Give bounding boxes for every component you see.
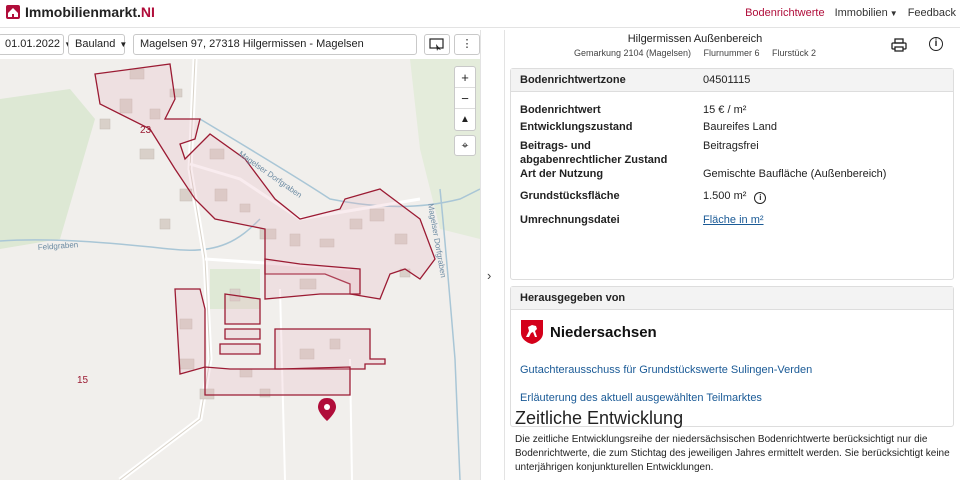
map-canvas[interactable]: 23 15 Magelser Dorfgraben Magelser Dorfg… [0,59,480,480]
row-label: Bodenrichtwert [520,104,601,116]
row-value: Fläche in m² [703,213,764,227]
gemarkung: Gemarkung 2104 (Magelsen) [573,48,691,58]
date-select[interactable]: 01.01.2022▼ [0,34,72,55]
locate-button[interactable]: ⌖ [454,135,476,156]
top-navbar: Immobilienmarkt.NI Bodenrichtwerte Immob… [0,0,960,28]
info-icon[interactable]: i [754,192,767,204]
niedersachsen-horse-icon [521,320,543,344]
logo-tld: NI [140,4,155,20]
row-label: Entwicklungszustand [520,121,633,133]
nav-immobilien-label: Immobilien [834,7,888,19]
type-select[interactable]: Bauland ▼ [68,34,128,55]
info-icon[interactable]: i [929,37,943,51]
parcel-title: Hilgermissen Außenbereich [627,33,763,45]
compass-icon: ▲ [460,114,470,125]
address-search-input[interactable]: Magelsen 97, 27318 Hilgermissen - Magels… [133,34,417,55]
history-title: Zeitliche Entwicklung [515,408,684,428]
zone-value: 04501115 [703,74,751,86]
main-nav: Bodenrichtwerte Immobilien ▼ Feedback [745,7,956,19]
more-options-button[interactable]: ⋮ [454,34,480,55]
nav-immobilien[interactable]: Immobilien ▼ [835,7,898,19]
row-value: 15 € / m² [703,104,747,116]
panel-divider: › [480,30,505,480]
panel-header: Hilgermissen Außenbereich Gemarkung 2104… [505,30,960,63]
flaeche-value: 1.500 m² [703,190,747,202]
print-button[interactable] [891,38,907,55]
reset-north-button[interactable]: ▲ [455,109,475,130]
collapse-chevron-icon[interactable]: › [487,268,491,283]
row-value: Baureifes Land [703,121,777,133]
printer-icon [891,38,907,52]
row-label: Beitrags- und abgabenrechtlicher Zustand [520,140,668,166]
site-logo[interactable]: Immobilienmarkt.NI [6,4,155,20]
map-select-button[interactable] [424,34,450,55]
crosshair-icon: ⌖ [461,138,469,152]
zoom-out-button[interactable]: − [455,88,475,109]
umrechnung-link[interactable]: Fläche in m² [703,214,764,226]
niedersachsen-logo: Niedersachsen [520,319,657,345]
niedersachsen-text: Niedersachsen [550,323,657,341]
row-value: Gemischte Baufläche (Außenbereich) [703,168,887,180]
row-value: 1.500 m² i [703,189,767,204]
house-logo-icon [6,5,20,19]
row-value: Beitragsfrei [703,140,759,152]
caret-down-icon: ▼ [119,40,128,49]
row-label: Umrechnungsdatei [520,214,620,226]
kebab-menu-icon: ⋮ [461,38,473,50]
teilmarkt-link[interactable]: Erläuterung des aktuell ausgewählten Tei… [520,392,762,404]
flurnummer: Flurnummer 6 [703,48,760,58]
row-label: Grundstücksfläche [520,190,620,202]
publisher-header: Herausgegeben von [511,287,953,310]
caret-down-icon: ▼ [889,9,898,18]
publisher-card: Herausgegeben von Niedersachsen Gutachte… [510,286,954,427]
row-label: Art der Nutzung [520,168,604,180]
bodenrichtwert-card: Bodenrichtwertzone 04501115 Bodenrichtwe… [510,68,954,280]
map-pointer-icon [429,38,444,51]
zoom-in-button[interactable]: + [455,67,475,88]
logo-text: Immobilienmarkt. [25,4,141,20]
history-text: Die zeitliche Entwicklungsreihe der nied… [515,434,950,473]
zone-label-15: 15 [77,375,89,386]
publisher-heading: Herausgegeben von [520,292,626,304]
nav-bodenrichtwerte[interactable]: Bodenrichtwerte [745,7,825,19]
zone-label: Bodenrichtwertzone [520,74,626,86]
parcel-subtitle: Gemarkung 2104 (Magelsen) Flurnummer 6 F… [505,48,885,58]
flurstueck: Flurstück 2 [772,48,817,58]
type-select-value: Bauland [75,38,116,50]
nav-feedback[interactable]: Feedback [908,7,956,19]
zoom-controls: + − ▲ [454,66,476,131]
date-select-value: 01.01.2022 [5,38,61,50]
gutachterausschuss-link[interactable]: Gutachterausschuss für Grundstückswerte … [520,364,812,376]
map-toolbar: 01.01.2022▼ Bauland▼ Magelsen 97, 27318 … [0,30,480,59]
map-layer: 23 15 Magelser Dorfgraben Magelser Dorfg… [0,59,480,480]
zone-label-23: 23 [140,125,152,136]
info-panel: Hilgermissen Außenbereich Gemarkung 2104… [505,30,960,480]
zone-header: Bodenrichtwertzone 04501115 [511,69,953,92]
